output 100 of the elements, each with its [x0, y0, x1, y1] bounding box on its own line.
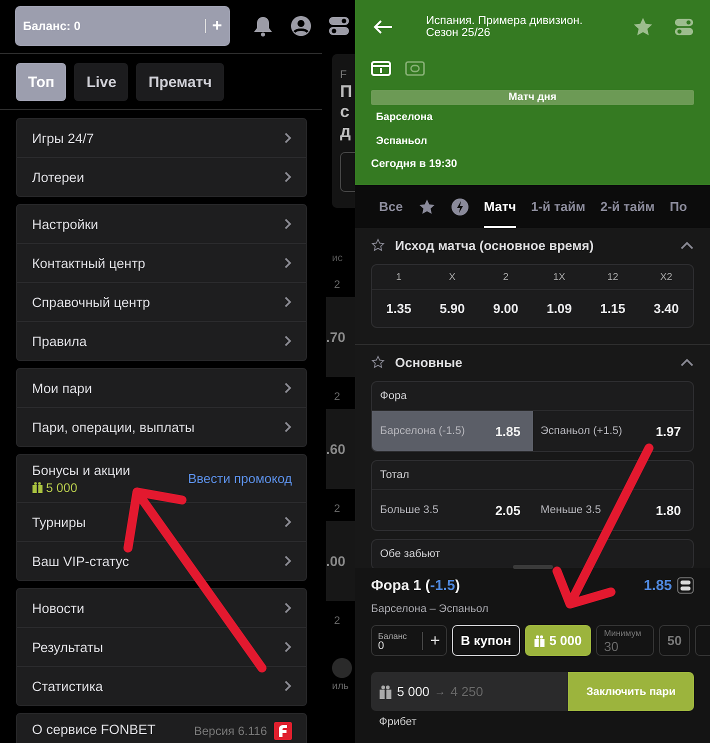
notification-icon[interactable]	[252, 15, 274, 37]
market-name: Тотал	[380, 469, 410, 481]
section-title: Основные	[395, 354, 464, 370]
season-label: Сезон 25/26	[426, 27, 492, 39]
match-of-day-banner: Матч дня	[371, 90, 694, 105]
panel-icon[interactable]	[371, 61, 391, 76]
logo-icon	[274, 722, 292, 740]
menu-item[interactable]: Результаты	[17, 627, 306, 666]
card-text: с	[340, 102, 350, 122]
chevron-right-icon	[284, 421, 292, 433]
profile-icon[interactable]	[290, 15, 312, 37]
chevron-right-icon	[284, 516, 292, 528]
remaining-amount: 4 250	[450, 684, 484, 699]
bet-title: Фора 1 (-1.5)	[371, 578, 461, 594]
row-label: 2	[334, 391, 342, 404]
star-icon	[418, 198, 436, 216]
outcome-button[interactable]: Больше 3.5 2.05	[372, 490, 532, 530]
tab[interactable]: Live	[74, 63, 128, 101]
menu-item[interactable]: Справочный центр	[17, 282, 306, 321]
version-label: Версия 6.116	[194, 724, 267, 738]
chevron-right-icon	[284, 171, 292, 183]
freebet-label: Фрибет	[379, 716, 418, 728]
team-name: Эспаньол	[376, 135, 428, 147]
outcome-button[interactable]: Эспаньол (+1.5) 1.97	[532, 411, 693, 451]
tab[interactable]: Прематч	[136, 63, 224, 101]
chevron-right-icon	[284, 296, 292, 308]
chevron-right-icon	[284, 602, 292, 614]
market-tab[interactable]: Все	[379, 185, 403, 228]
balance-value: 0	[378, 640, 386, 650]
bet-odds: 1.85	[644, 578, 672, 594]
quick-stake-button[interactable]: 50	[659, 625, 690, 656]
outcome-button[interactable]: Барселона (-1.5) 1.85	[372, 411, 532, 451]
stake-label: Минимум	[604, 628, 642, 638]
card-text: д	[340, 122, 352, 142]
market-tab[interactable]: По	[670, 185, 688, 228]
outcome-label: X2	[659, 272, 674, 282]
section-title: Исход матча (основное время)	[395, 238, 595, 252]
card-text: F	[340, 68, 349, 82]
event-name: Барселона – Эспаньол	[371, 603, 490, 615]
toggle-icon[interactable]	[328, 15, 350, 37]
chevron-up-icon[interactable]	[680, 358, 694, 366]
market-name: Обе забьют	[380, 548, 440, 560]
menu-item[interactable]: Пари, операции, выплаты	[17, 407, 306, 446]
chevron-right-icon	[284, 641, 292, 653]
odds-tile[interactable]: .70	[326, 297, 355, 377]
balance-label: Баланс: 0	[23, 19, 82, 33]
market-tab[interactable]: Матч	[484, 185, 516, 228]
column-header: ис	[332, 253, 343, 265]
chevron-right-icon	[284, 680, 292, 692]
menu-item[interactable]: О сервисе FONBET	[32, 722, 156, 737]
market-tab[interactable]: 1-й тайм	[531, 185, 586, 228]
menu-item[interactable]: Игры 24/7	[17, 119, 306, 157]
menu-item[interactable]: Контактный центр	[17, 243, 306, 282]
odds-value[interactable]: 5.90	[426, 301, 479, 316]
gift-icon	[32, 482, 43, 493]
card-text: П	[340, 82, 354, 102]
balance-field[interactable]: Баланс 0 +	[371, 625, 447, 656]
toggle-icon[interactable]	[674, 17, 694, 37]
star-outline-icon[interactable]	[371, 238, 385, 252]
odds-value[interactable]: 1.15	[586, 301, 640, 316]
menu-item[interactable]: Настройки	[17, 205, 306, 243]
coupon-button[interactable]: В купон	[452, 625, 520, 656]
menu-item[interactable]: Турниры	[17, 502, 306, 541]
odds-tile[interactable]: .00	[326, 521, 355, 601]
outcome-label: 2	[502, 272, 510, 282]
odds-value[interactable]: 3.40	[640, 301, 693, 316]
menu-item[interactable]: Правила	[17, 321, 306, 360]
menu-item[interactable]: Новости	[17, 589, 306, 627]
row-label: 2	[334, 279, 342, 292]
chevron-up-icon[interactable]	[680, 240, 694, 250]
toggle-icon[interactable]	[677, 577, 694, 594]
promo-code-link[interactable]: Ввести промокод	[188, 471, 292, 486]
chevron-right-icon	[284, 132, 292, 144]
market-name: Фора	[380, 390, 407, 402]
menu-item[interactable]: Мои пари	[17, 369, 306, 407]
outcome-button[interactable]: Меньше 3.5 1.80	[532, 490, 693, 530]
nav-label: иль	[332, 681, 349, 692]
star-outline-icon[interactable]	[371, 355, 385, 369]
odds-value[interactable]: 1.35	[372, 301, 426, 316]
team-name: Барселона	[376, 111, 434, 123]
outcome-label: 12	[606, 272, 620, 282]
chevron-right-icon	[284, 218, 292, 230]
gift-icon	[379, 684, 392, 698]
outcome-label: 1X	[552, 272, 566, 282]
odds-tile[interactable]: .60	[326, 409, 355, 489]
add-funds-button[interactable]: +	[430, 630, 440, 650]
odds-value[interactable]: 9.00	[479, 301, 532, 316]
menu-item[interactable]: Статистика	[17, 666, 306, 705]
start-time: Сегодня в 19:30	[371, 158, 458, 170]
back-arrow-icon[interactable]	[373, 19, 393, 35]
odds-value[interactable]: 1.09	[532, 301, 586, 316]
chevron-right-icon	[284, 555, 292, 567]
market-tab[interactable]: 2-й тайм	[600, 185, 655, 228]
chevron-right-icon	[284, 382, 292, 394]
menu-item[interactable]: Ваш VIP-статус	[17, 541, 306, 580]
arrow-label: →	[434, 686, 446, 698]
star-icon[interactable]	[632, 16, 654, 38]
menu-item[interactable]: Бонусы и акции	[32, 462, 130, 478]
outcome-label: 1	[394, 272, 403, 282]
menu-item[interactable]: Лотереи	[17, 157, 306, 196]
